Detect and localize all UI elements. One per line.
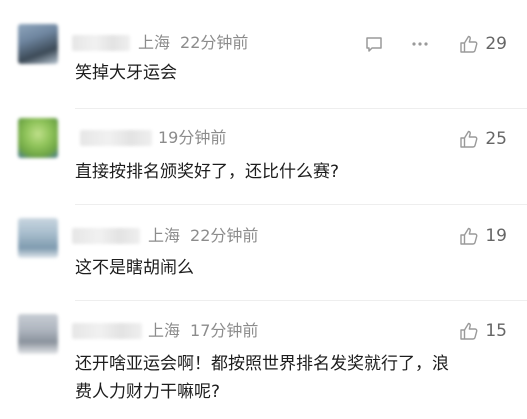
divider — [75, 108, 527, 109]
timestamp: 19分钟前 — [158, 128, 227, 147]
location: 上海 — [138, 33, 171, 52]
comment-text: 直接按排名颁奖好了，还比什么赛? — [75, 162, 340, 182]
comment-text: 这不是瞎胡闹么 — [75, 258, 194, 278]
timestamp: 17分钟前 — [190, 321, 259, 340]
comment-text-line: 还开啥亚运会啊！都按照世界排名发奖就行了，浪 — [75, 354, 449, 374]
avatar[interactable] — [18, 118, 58, 158]
location: 上海 — [148, 226, 181, 245]
location: 上海 — [148, 321, 181, 340]
like-count: 19 — [485, 226, 507, 246]
divider — [75, 300, 527, 301]
timestamp: 22分钟前 — [190, 226, 259, 245]
like-button[interactable]: 15 — [459, 320, 507, 342]
thumbs-up-icon — [459, 226, 479, 246]
avatar[interactable] — [18, 218, 58, 258]
comment-meta: 上海 22分钟前 — [148, 226, 258, 246]
username[interactable] — [72, 323, 142, 339]
like-button[interactable]: 29 — [459, 33, 507, 55]
like-count: 15 — [485, 321, 507, 341]
comment-text: 笑掉大牙运会 — [75, 63, 177, 83]
username[interactable] — [72, 228, 140, 244]
thumbs-up-icon — [459, 321, 479, 341]
timestamp: 22分钟前 — [180, 33, 249, 52]
thumbs-up-icon — [459, 129, 479, 149]
comment-meta: 上海 17分钟前 — [148, 321, 258, 341]
like-count: 25 — [485, 129, 507, 149]
like-button[interactable]: 25 — [459, 128, 507, 150]
more-dots-icon[interactable] — [410, 34, 430, 54]
comment-meta: 上海 22分钟前 — [138, 33, 248, 53]
username[interactable] — [72, 35, 130, 51]
like-count: 29 — [485, 34, 507, 54]
like-button[interactable]: 19 — [459, 225, 507, 247]
divider — [75, 204, 527, 205]
comment-meta: 19分钟前 — [158, 128, 226, 148]
thumbs-up-icon — [459, 34, 479, 54]
avatar[interactable] — [18, 24, 58, 64]
avatar[interactable] — [18, 314, 58, 354]
comment-text-line: 费人力财力干嘛呢? — [75, 382, 221, 402]
comment-icon[interactable] — [364, 34, 384, 54]
username[interactable] — [80, 130, 152, 146]
